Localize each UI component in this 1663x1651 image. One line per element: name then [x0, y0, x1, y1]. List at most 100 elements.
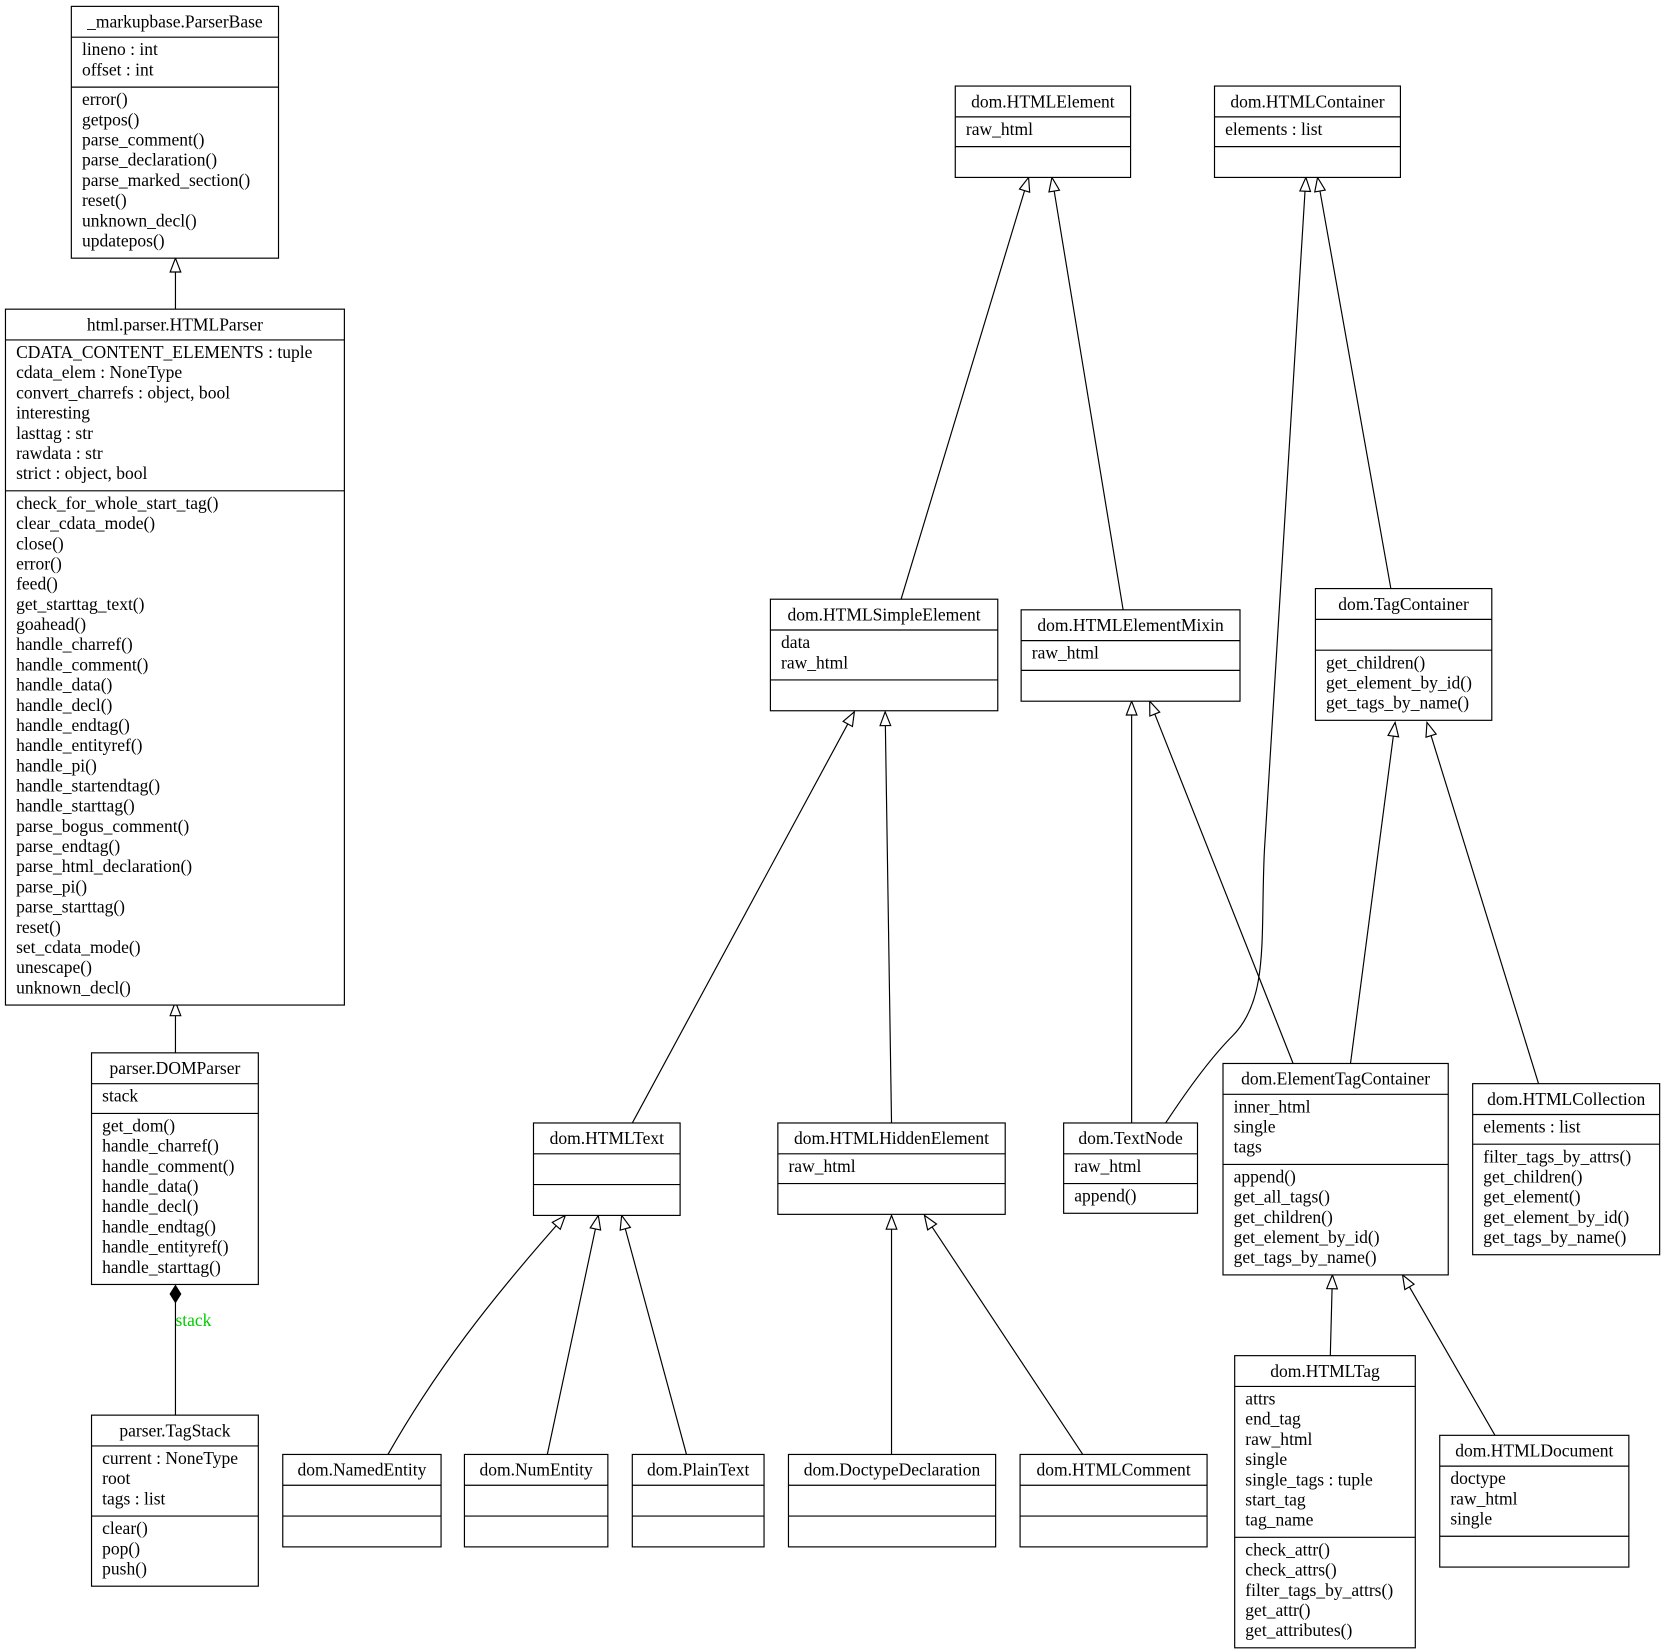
inheritance-arrow-icon — [1425, 720, 1438, 739]
class-method: clear_cdata_mode() — [16, 513, 155, 533]
edge-line — [1349, 722, 1396, 1064]
class-method: get_tags_by_name() — [1483, 1227, 1626, 1247]
class-dom-htmlsimpleelement: dom.HTMLSimpleElement dataraw_html — [769, 598, 999, 712]
class-attribute: single — [1245, 1449, 1287, 1469]
class-diagram: stack _markupbase.ParserBaselineno : int… — [4, 5, 1661, 1649]
class-method: reset() — [82, 190, 127, 210]
class-method: handle_decl() — [102, 1196, 198, 1216]
class-method: handle_entityref() — [102, 1237, 229, 1257]
edge-line — [546, 1215, 599, 1455]
class-method: parse_declaration() — [82, 150, 217, 170]
inheritance-edge — [546, 1213, 602, 1455]
class-attribute: data — [781, 632, 810, 652]
inheritance-arrow-icon — [885, 1213, 898, 1230]
class-name: dom.HTMLContainer — [1230, 91, 1384, 111]
inheritance-edge — [387, 1214, 567, 1455]
class-method: unescape() — [16, 957, 92, 977]
inheritance-arrow-icon — [1401, 1273, 1416, 1291]
class-method: updatepos() — [82, 230, 165, 250]
edge-line — [923, 1215, 1084, 1455]
class-attribute: raw_html — [1450, 1488, 1517, 1508]
class-attribute: elements : list — [1225, 119, 1322, 139]
class-name: dom.HTMLComment — [1036, 1460, 1190, 1480]
class-attribute: lasttag : str — [16, 423, 93, 443]
class-method: parse_html_declaration() — [16, 856, 192, 876]
class-attribute: convert_charrefs : object, bool — [16, 382, 230, 402]
inheritance-arrow-icon — [1387, 720, 1400, 738]
class-dom-doctypedeclaration: dom.DoctypeDeclaration — [787, 1453, 997, 1548]
class-method: close() — [16, 533, 64, 553]
class-html-parser-htmlparser: html.parser.HTMLParser CDATA_CONTENT_ELEM… — [4, 308, 345, 1006]
inheritance-edge — [169, 1000, 182, 1053]
class-method: handle_comment() — [102, 1156, 234, 1176]
class-attribute: attrs — [1245, 1389, 1275, 1409]
class-name: parser.DOMParser — [109, 1058, 240, 1078]
class-dom-htmlcollection: dom.HTMLCollection elements : list filter_… — [1472, 1083, 1661, 1256]
class-method: get_element_by_id() — [1234, 1227, 1380, 1247]
edge-line — [1402, 1274, 1496, 1436]
class-dom-htmldocument: dom.HTMLDocument doctyperaw_htmlsingle — [1439, 1434, 1630, 1568]
class-name: dom.ElementTagContainer — [1241, 1069, 1430, 1089]
inheritance-edge — [885, 1213, 898, 1455]
edge-line — [900, 177, 1030, 600]
edge-line — [1316, 177, 1392, 589]
class-attribute: strict : object, bool — [16, 463, 147, 483]
class-method: parse_marked_section() — [82, 170, 250, 190]
class-method: get_tags_by_name() — [1234, 1247, 1377, 1267]
edge-line — [1426, 722, 1540, 1084]
class-method: handle_starttag() — [102, 1257, 221, 1277]
class-method: feed() — [16, 574, 58, 594]
class-attribute: single — [1450, 1509, 1492, 1529]
class-dom-htmltag: dom.HTMLTag attrsend_tagraw_htmlsinglesin… — [1234, 1355, 1416, 1649]
class-method: clear() — [102, 1518, 148, 1538]
class-attribute: current : NoneType — [102, 1448, 238, 1468]
class-attribute: tags : list — [102, 1488, 165, 1508]
inheritance-edge — [1349, 720, 1400, 1064]
edge-label: stack — [175, 1310, 211, 1330]
class-method: error() — [16, 553, 62, 573]
class-name: html.parser.HTMLParser — [87, 314, 263, 334]
inheritance-edge — [1149, 699, 1294, 1064]
class-method: parse_pi() — [16, 876, 87, 896]
class-method: unknown_decl() — [16, 977, 131, 997]
class-attribute: raw_html — [788, 1156, 855, 1176]
inheritance-arrow-icon — [1299, 175, 1312, 193]
class-method: handle_starttag() — [16, 796, 135, 816]
class-name: dom.HTMLDocument — [1455, 1441, 1613, 1461]
class-method: get_element() — [1483, 1187, 1580, 1207]
inheritance-edge — [169, 256, 182, 310]
class-method: check_for_whole_start_tag() — [16, 493, 218, 513]
class-method: handle_decl() — [16, 695, 112, 715]
class-method: handle_pi() — [16, 755, 97, 775]
inheritance-arrow-icon — [1314, 175, 1327, 193]
inheritance-edge — [631, 710, 856, 1124]
class-attribute: raw_html — [1074, 1156, 1141, 1176]
class-name: dom.PlainText — [647, 1460, 750, 1480]
class-dom-htmlcontainer: dom.HTMLContainer elements : list — [1213, 85, 1402, 179]
class-parser-domparser: parser.DOMParser stack get_dom()handle_cha… — [90, 1052, 259, 1286]
edge-line — [621, 1215, 688, 1455]
class-attribute: doctype — [1450, 1468, 1506, 1488]
class-attribute: rawdata : str — [16, 443, 103, 463]
class-name: dom.TextNode — [1078, 1128, 1183, 1148]
class-name: dom.DoctypeDeclaration — [804, 1460, 981, 1480]
class-dom-htmltext: dom.HTMLText — [532, 1122, 681, 1216]
class-method: get_tags_by_name() — [1326, 693, 1469, 713]
class-name: dom.HTMLTag — [1270, 1361, 1380, 1381]
class-name: dom.HTMLElement — [971, 91, 1115, 111]
class-attribute: tag_name — [1245, 1510, 1313, 1530]
inheritance-edge — [1425, 720, 1540, 1084]
class-name: dom.NamedEntity — [297, 1460, 426, 1480]
class-name: dom.HTMLText — [550, 1128, 665, 1148]
class-dom-htmlcomment: dom.HTMLComment — [1019, 1453, 1208, 1548]
class-dom-tagcontainer: dom.TagContainer get_children()get_elemen… — [1314, 587, 1493, 721]
composition-diamond-icon — [169, 1284, 182, 1304]
class-dom-htmlelement: dom.HTMLElement raw_html — [954, 85, 1132, 179]
class-attribute: raw_html — [1245, 1429, 1312, 1449]
class-boxes: _markupbase.ParserBaselineno : intoffset… — [4, 5, 1661, 1649]
class-attribute: offset : int — [82, 59, 154, 79]
class-name: dom.HTMLHiddenElement — [794, 1128, 989, 1148]
inheritance-edge — [923, 1214, 1084, 1455]
class-attribute: end_tag — [1245, 1409, 1301, 1429]
class-method: getpos() — [82, 109, 140, 129]
